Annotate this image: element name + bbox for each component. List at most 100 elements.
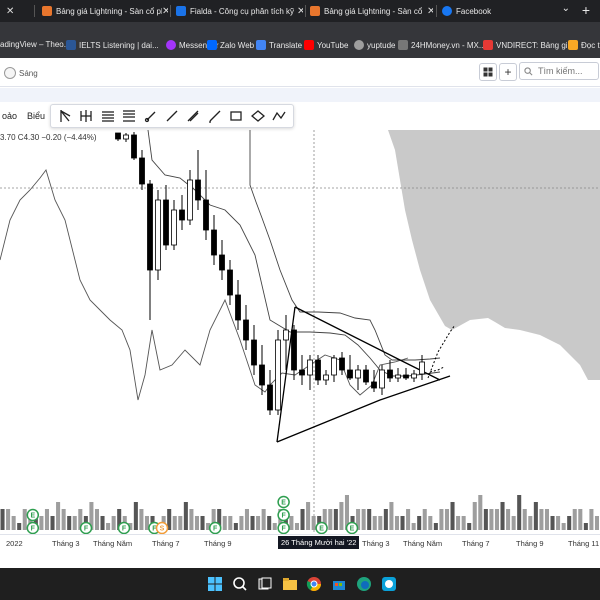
bookmark-youtube[interactable]: YouTube	[304, 40, 348, 50]
volume-bar	[489, 509, 494, 530]
theme-toggle[interactable]: Sáng	[4, 67, 38, 79]
bookmark-vndirect[interactable]: VNDIRECT: Bảng gi...	[483, 40, 574, 50]
search-box[interactable]	[519, 62, 599, 80]
volume-bar	[294, 523, 299, 530]
volume-bar	[300, 509, 305, 530]
volume-bar	[367, 509, 372, 530]
store-icon[interactable]	[331, 576, 347, 592]
candle	[171, 200, 177, 250]
windows-start-icon[interactable]	[207, 576, 223, 592]
volume-bar	[17, 523, 22, 530]
path-icon[interactable]	[270, 107, 289, 125]
tab-bang-gia-2[interactable]: Bảng giá Lightning - Sàn cổ phiếu	[310, 2, 422, 20]
price-chart[interactable]: FEF F F S F FFEE E	[0, 130, 600, 534]
event-badge[interactable]: E	[345, 521, 359, 534]
search-icon[interactable]	[232, 576, 248, 592]
layout-grid-button[interactable]	[479, 63, 497, 81]
task-view-icon[interactable]	[257, 576, 273, 592]
bookmark-ielts[interactable]: IELTS Listening | dai...	[66, 40, 159, 50]
volume-bar	[111, 516, 116, 530]
add-button[interactable]: +	[499, 63, 517, 81]
event-badge[interactable]: S	[155, 521, 169, 534]
bookmark-24hmoney[interactable]: 24HMoney.vn - MX...	[398, 40, 486, 50]
event-badge[interactable]: F	[208, 521, 222, 534]
time-axis[interactable]: 2022 Tháng 3 Tháng Năm Tháng 7 Tháng 9 2…	[0, 534, 600, 553]
candle	[179, 195, 185, 230]
candle	[187, 170, 193, 225]
volume-bar	[483, 509, 488, 530]
translate-icon	[256, 40, 266, 50]
trend-line-icon[interactable]	[162, 107, 181, 125]
left-tab-label[interactable]: Biểu	[27, 111, 45, 121]
toggle-knob-icon	[4, 67, 16, 79]
time-label: Tháng 7	[152, 539, 180, 548]
candle	[203, 170, 209, 240]
candle	[243, 305, 249, 350]
edge-icon[interactable]	[356, 576, 372, 592]
volume-bar	[250, 516, 255, 530]
close-icon[interactable]: ✕	[297, 6, 303, 17]
event-badge[interactable]: E	[26, 508, 40, 522]
bookmark-tradingview[interactable]: adingView – Theo...	[0, 40, 70, 49]
bookmark-label: YouTube	[317, 40, 349, 50]
volume-bar	[400, 516, 405, 530]
fib-fan-icon[interactable]	[55, 107, 74, 125]
event-badge[interactable]: F	[277, 521, 290, 534]
volume-bar	[478, 495, 483, 530]
zalo-taskbar-icon[interactable]	[381, 576, 397, 592]
tab-facebook[interactable]: Facebook	[442, 2, 552, 20]
search-input[interactable]	[536, 65, 598, 77]
volume-bar	[444, 509, 449, 530]
facebook-favicon-icon	[442, 6, 452, 16]
drawing-toolbar	[50, 104, 294, 128]
left-tab-label[interactable]: oảo	[2, 111, 17, 121]
close-icon[interactable]: ✕	[162, 6, 168, 17]
event-badge[interactable]: F	[277, 508, 290, 522]
file-explorer-icon[interactable]	[282, 576, 298, 592]
volume-bar	[272, 523, 277, 530]
volume-bar	[139, 509, 144, 530]
volume-bar	[183, 502, 188, 530]
candle	[419, 355, 425, 380]
messenger-icon	[166, 40, 176, 50]
candle	[211, 215, 217, 265]
chrome-icon[interactable]	[306, 576, 322, 592]
pitchfork-icon[interactable]	[76, 107, 95, 125]
event-badge[interactable]: E	[315, 521, 328, 534]
tab-close-partial[interactable]: ✕	[2, 2, 32, 20]
parallel-channel-icon[interactable]	[98, 107, 117, 125]
ellipse-icon[interactable]	[248, 107, 267, 125]
tab-fialda[interactable]: Fialda - Công cụ phân tích kỹ thuật	[176, 2, 294, 20]
fib-retracement-icon[interactable]	[119, 107, 138, 125]
bookmark-translate[interactable]: Translate	[256, 40, 302, 50]
rectangle-icon[interactable]	[227, 107, 246, 125]
candle	[115, 132, 121, 141]
tab-bang-gia-1[interactable]: Bảng giá Lightning - Sàn cổ phiếu	[42, 2, 162, 20]
close-icon[interactable]: ✕	[427, 6, 433, 17]
candle	[363, 365, 369, 385]
tab-search-chevron-icon[interactable]: ⌄	[562, 3, 570, 14]
volume-bar	[44, 509, 49, 530]
volume-bar	[417, 516, 422, 530]
candle	[267, 370, 273, 415]
volume-bar	[372, 516, 377, 530]
ielts-icon	[66, 40, 76, 50]
event-badge[interactable]: F	[26, 521, 40, 534]
volume-bar	[267, 516, 272, 530]
new-tab-icon[interactable]: +	[582, 2, 590, 18]
candle	[219, 240, 225, 280]
ray-icon[interactable]	[184, 107, 203, 125]
event-badge[interactable]: F	[117, 521, 131, 534]
pencil-icon[interactable]	[205, 107, 224, 125]
bookmark-zalo[interactable]: Zalo Web	[207, 40, 254, 50]
bookmark-yuptude[interactable]: yuptude	[354, 40, 395, 50]
event-badge[interactable]: E	[277, 495, 290, 509]
bookmark-doc[interactable]: Đọc tr	[568, 40, 600, 50]
time-label: Tháng Năm	[403, 539, 443, 548]
event-badge[interactable]: F	[79, 521, 93, 534]
volume-bar	[306, 502, 311, 530]
lightning-favicon-icon	[310, 6, 320, 16]
candle	[155, 190, 161, 280]
brush-icon[interactable]	[141, 107, 160, 125]
close-icon[interactable]: ✕	[6, 6, 14, 17]
